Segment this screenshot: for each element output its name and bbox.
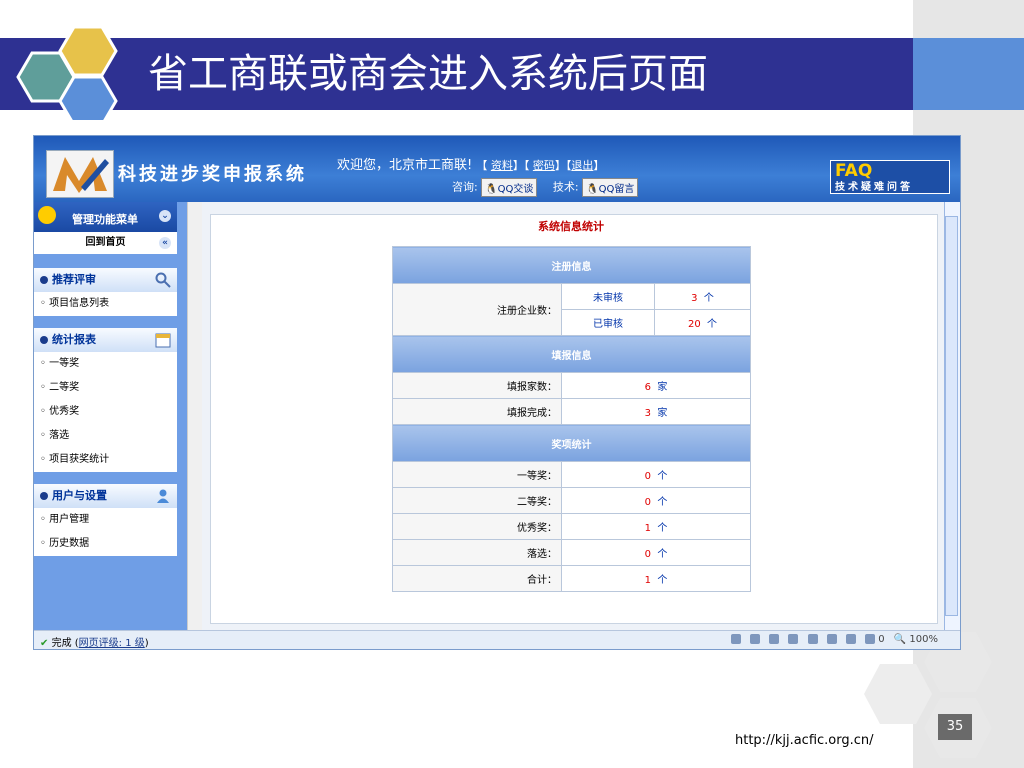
section-header-registration: 注册信息 — [392, 246, 751, 284]
registered-label: 注册企业数： — [392, 283, 562, 336]
magnifier-icon — [155, 272, 171, 288]
status-done: 完成 — [51, 638, 72, 649]
broom-icon — [38, 206, 56, 224]
zoom-level[interactable]: 100% — [909, 634, 938, 645]
filing-done-label: 填报完成： — [392, 398, 562, 425]
back-icon: « — [159, 237, 171, 249]
sidebar-item-second-prize[interactable]: ◦ 二等奖 — [34, 376, 177, 400]
system-name: 科技进步奖申报系统 — [118, 164, 307, 185]
slide-url: http://kjj.acfic.org.cn/ — [735, 733, 874, 748]
sidebar-item-first-prize[interactable]: ◦ 一等奖 — [34, 352, 177, 376]
award-label: 一等奖： — [392, 461, 562, 488]
value-cell: 0 个 — [561, 461, 751, 488]
sidebar-scrollbar[interactable] — [187, 202, 202, 630]
sidebar-group-users: 用户与设置 ◦ 用户管理 ◦ 历史数据 — [34, 484, 177, 556]
browser-statusbar: ✔ 完成 (网页评级: 1 级) 0 🔍 100% — [34, 630, 960, 649]
profile-link[interactable]: 资料 — [491, 159, 513, 172]
sidebar-group-header[interactable]: 统计报表 — [34, 328, 177, 352]
collapse-icon[interactable]: ⌄ — [159, 210, 171, 222]
tools-icon[interactable] — [769, 634, 780, 644]
consult-bar: 咨询: 🐧QQ交谈 技术: 🐧QQ留言 — [452, 178, 650, 197]
logout-link[interactable]: 退出 — [571, 159, 593, 172]
faq-button[interactable]: FAQ 技术疑难问答 — [830, 160, 950, 194]
logo-icon — [53, 157, 109, 193]
sidebar-group-review: 推荐评审 ◦ 项目信息列表 — [34, 268, 177, 316]
value-cell: 20 个 — [654, 309, 751, 336]
sidebar-group-reports: 统计报表 ◦ 一等奖 ◦ 二等奖 ◦ 优秀奖 ◦ 落选 ◦ 项目获奖统计 — [34, 328, 177, 472]
sidebar-group-header[interactable]: 推荐评审 — [34, 268, 177, 292]
scrollbar-thumb[interactable] — [945, 216, 958, 616]
slide-title: 省工商联或商会进入系统后页面 — [148, 51, 708, 97]
sidebar-item-rejected[interactable]: ◦ 落选 — [34, 424, 177, 448]
calendar-icon — [155, 332, 171, 348]
app-header: 科技进步奖申报系统 欢迎您，北京市工商联! 【 资料】【 密码】【退出】 咨询:… — [34, 136, 960, 202]
status-unreviewed: 未审核 — [561, 283, 655, 310]
sidebar-header: 管理功能菜单 ⌄ — [34, 202, 177, 232]
hexagon-logo-icon — [16, 25, 118, 120]
sidebar-group-header[interactable]: 用户与设置 — [34, 484, 177, 508]
filing-count-label: 填报家数： — [392, 372, 562, 399]
sidebar-item-award-stats[interactable]: ◦ 项目获奖统计 — [34, 448, 177, 472]
value-cell: 0 个 — [561, 487, 751, 514]
stats-table: 注册信息 注册企业数： 未审核 3 个 已审核 20 个 填报信息 填报家数： … — [392, 246, 751, 592]
password-link[interactable]: 密码 — [533, 159, 555, 172]
faq-subtitle: 技术疑难问答 — [835, 182, 913, 193]
welcome-text: 欢迎您，北京市工商联! — [337, 158, 473, 173]
value-cell: 6 家 — [561, 372, 751, 399]
award-label: 落选： — [392, 539, 562, 566]
check-icon: ✔ — [40, 638, 49, 649]
shield-icon[interactable] — [865, 634, 876, 644]
sidebar: 管理功能菜单 ⌄ 回到首页 « 推荐评审 ◦ 项目信息列表 统计报表 ◦ 一等奖… — [34, 202, 187, 630]
qq-message-button[interactable]: 🐧QQ留言 — [582, 178, 639, 197]
zoom-icon[interactable]: 🔍 — [894, 634, 906, 645]
page-number: 35 — [938, 714, 972, 740]
sound-icon[interactable] — [807, 634, 818, 644]
title-band-accent — [913, 38, 1024, 110]
value-cell: 3 家 — [561, 398, 751, 425]
app-logo — [46, 150, 114, 198]
rating-link[interactable]: 网页评级: 1 级 — [79, 638, 145, 649]
app-screenshot: 科技进步奖申报系统 欢迎您，北京市工商联! 【 资料】【 密码】【退出】 咨询:… — [33, 135, 961, 650]
sidebar-item-user-management[interactable]: ◦ 用户管理 — [34, 508, 177, 532]
section-header-awards: 奖项统计 — [392, 424, 751, 462]
qq-icon: 🐧 — [485, 184, 498, 195]
qq-icon: 🐧 — [586, 184, 599, 195]
sidebar-home[interactable]: 回到首页 « — [34, 232, 177, 254]
total-label: 合计： — [392, 565, 562, 592]
award-label: 二等奖： — [392, 487, 562, 514]
shield-count: 0 — [878, 634, 885, 645]
status-reviewed: 已审核 — [561, 309, 655, 336]
award-label: 优秀奖： — [392, 513, 562, 540]
sidebar-item-excellence[interactable]: ◦ 优秀奖 — [34, 400, 177, 424]
value-cell: 3 个 — [654, 283, 751, 310]
user-icon — [155, 488, 171, 504]
tech-label: 技术: — [552, 180, 579, 194]
download-icon[interactable] — [750, 634, 761, 644]
stats-title: 系统信息统计 — [538, 220, 604, 233]
mic-icon[interactable] — [730, 634, 741, 644]
lock-icon[interactable] — [788, 634, 799, 644]
consult-label: 咨询: — [452, 180, 478, 194]
eye-icon[interactable] — [846, 634, 857, 644]
value-cell: 1 个 — [561, 513, 751, 540]
value-cell: 1 个 — [561, 565, 751, 592]
window-icon[interactable] — [826, 634, 837, 644]
sidebar-item-history[interactable]: ◦ 历史数据 — [34, 532, 177, 556]
value-cell: 0 个 — [561, 539, 751, 566]
welcome-bar: 欢迎您，北京市工商联! 【 资料】【 密码】【退出】 — [337, 158, 605, 173]
qq-chat-button[interactable]: 🐧QQ交谈 — [481, 178, 538, 197]
section-header-filing: 填报信息 — [392, 335, 751, 373]
sidebar-item-project-list[interactable]: ◦ 项目信息列表 — [34, 292, 177, 316]
